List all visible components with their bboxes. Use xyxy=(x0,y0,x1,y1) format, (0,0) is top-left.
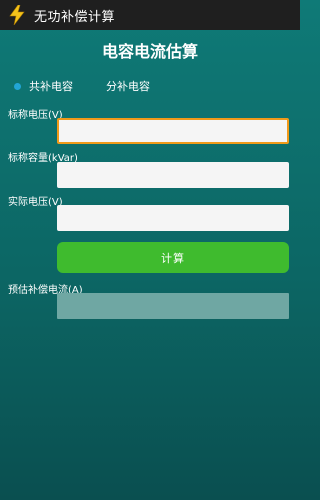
radio-unselected-icon xyxy=(91,83,98,90)
rated-capacity-input[interactable] xyxy=(57,162,289,188)
lightning-icon xyxy=(6,4,28,26)
title-bar: 无功补偿计算 xyxy=(0,0,300,30)
rated-voltage-input[interactable] xyxy=(57,118,289,144)
radio-shared-capacitor-label: 共补电容 xyxy=(29,80,73,93)
page-title: 电容电流估算 xyxy=(101,42,198,61)
app-title: 无功补偿计算 xyxy=(34,9,116,25)
actual-voltage-input[interactable] xyxy=(57,205,289,231)
radio-split-capacitor-label: 分补电容 xyxy=(106,80,150,93)
actual-voltage-label: 实际电压(V) xyxy=(8,197,63,208)
calculate-button[interactable]: 计算 xyxy=(57,242,289,273)
radio-selected-icon xyxy=(14,82,21,90)
radio-split-capacitor[interactable]: 分补电容 xyxy=(91,78,150,94)
mode-radio-group: 共补电容 分补电容 xyxy=(14,76,168,96)
estimated-current-output xyxy=(57,293,289,319)
radio-shared-capacitor[interactable]: 共补电容 xyxy=(14,78,73,94)
rated-voltage-label: 标称电压(V) xyxy=(8,110,63,121)
